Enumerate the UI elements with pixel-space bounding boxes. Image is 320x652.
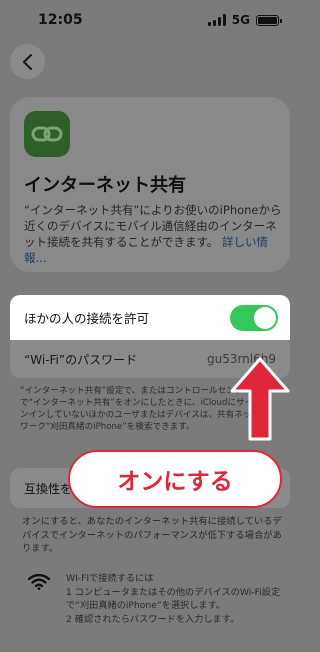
arrow-up-icon (230, 357, 290, 441)
wifi-help-step-2: 2 確認されたらパスワードを入力します。 (66, 613, 240, 625)
wifi-icon (27, 572, 52, 626)
network-type: 5G (231, 13, 250, 27)
wifi-password-label: “Wi-Fi”のパスワード (24, 352, 138, 367)
status-bar: 12:05 5G (0, 0, 301, 40)
wifi-instructions-text: WI-FIで接続するには 1 コンピュータまたはその他のデバイスのWi-Fi設定… (66, 572, 288, 626)
personal-hotspot-icon (24, 111, 70, 157)
status-time: 12:05 (38, 12, 83, 28)
status-indicators: 5G (207, 13, 282, 27)
sharing-note: “インターネット共有”設定で、またはコントロールセンターで“インターネット共有”… (20, 386, 260, 432)
wifi-help-step-1: 1 コンピュータまたはその他のデバイスのWi-Fi設定で“刈田真緒のiPhone… (66, 586, 281, 612)
wifi-instructions: WI-FIで接続するには 1 コンピュータまたはその他のデバイスのWi-Fi設定… (27, 572, 288, 626)
hero-description: “インターネット共有”によりお使いのiPhoneから近くのデバイスにモバイル通信… (24, 202, 286, 266)
hero-card: インターネット共有 “インターネット共有”によりお使いのiPhoneから近くのデ… (10, 97, 290, 272)
battery-icon (256, 14, 282, 26)
turn-on-callout: オンにする (68, 450, 282, 508)
signal-icon (207, 14, 226, 26)
allow-others-row[interactable]: ほかの人の接続を許可 (10, 295, 290, 340)
page-title: インターネット共有 (24, 175, 186, 196)
wifi-help-title: WI-FIで接続するには (66, 573, 154, 584)
compat-description: オンにすると、あなたのインターネット共有に接続しているデバイスでインターネットの… (22, 516, 282, 554)
compat-label: 互換性を (24, 481, 73, 496)
toggle-knob (254, 306, 276, 329)
chevron-left-icon (22, 53, 32, 70)
allow-others-toggle[interactable] (230, 304, 278, 331)
back-button[interactable] (10, 44, 45, 79)
allow-others-label: ほかの人の接続を許可 (24, 311, 150, 326)
